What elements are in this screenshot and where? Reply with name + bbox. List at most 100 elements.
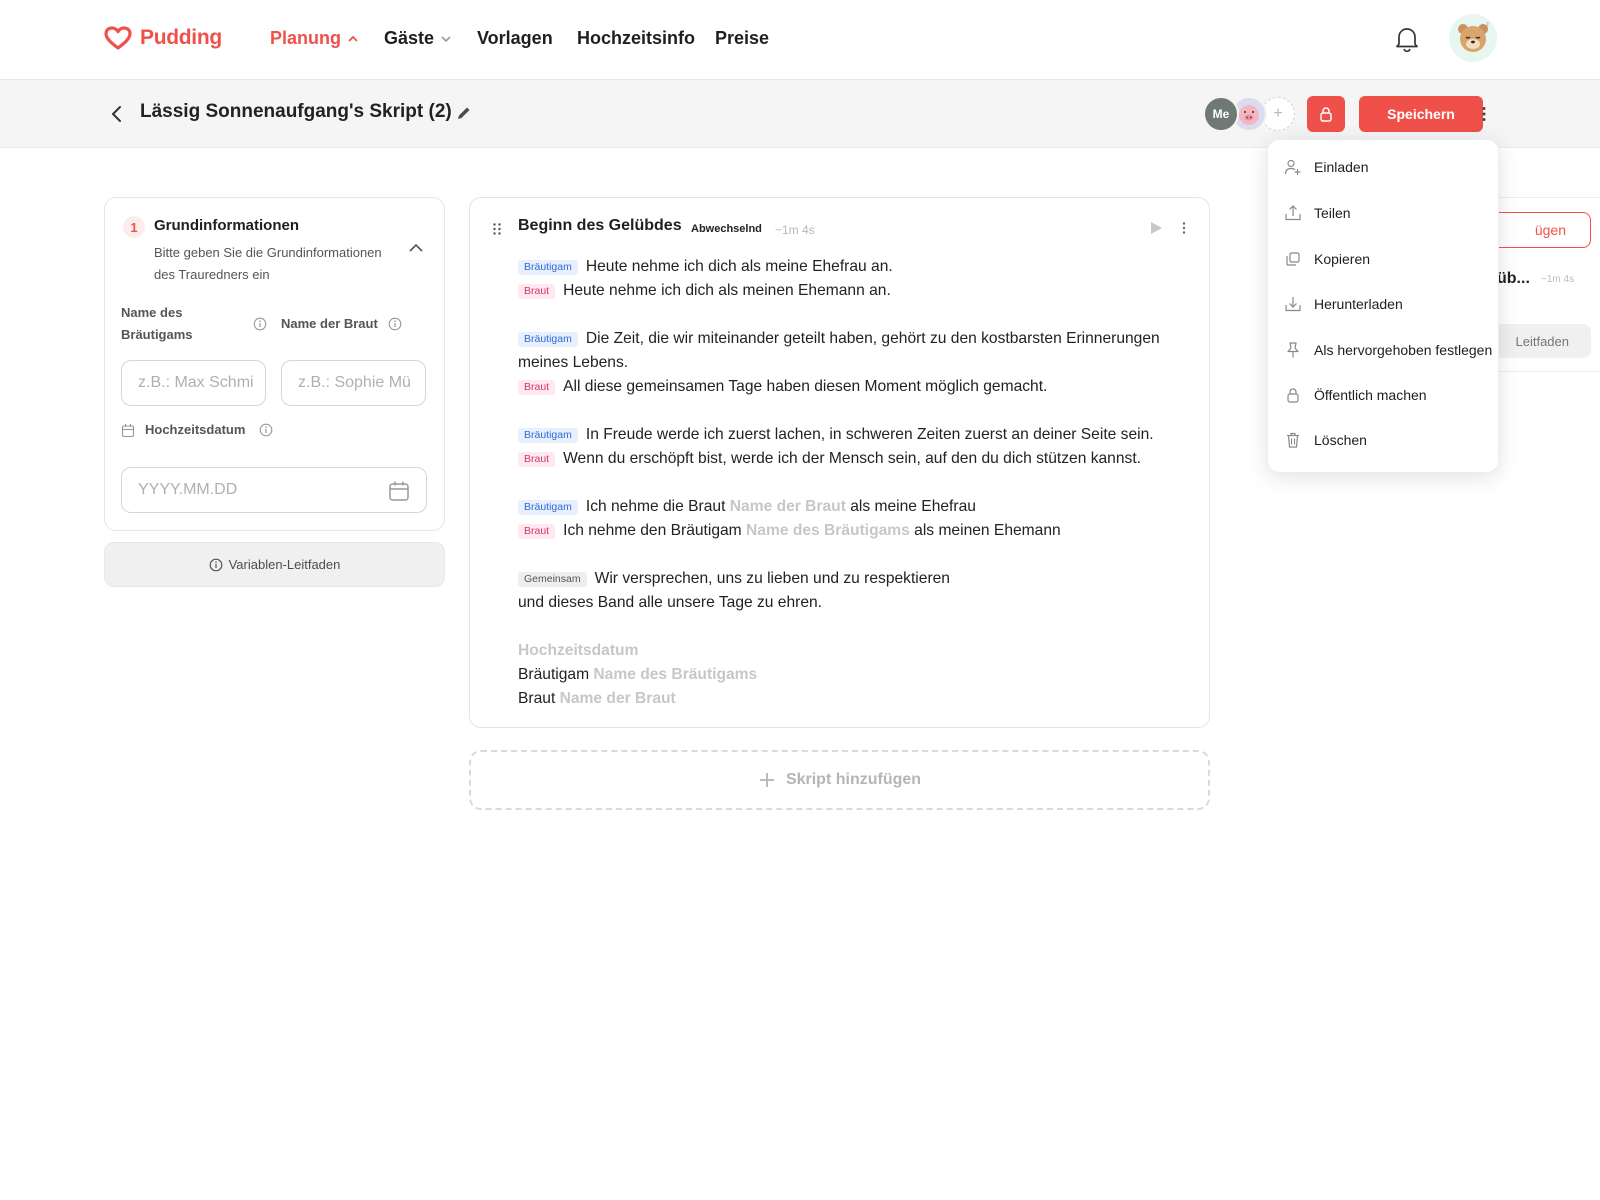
calendar-icon [121,424,135,438]
menu-label: Als hervorgehoben festlegen [1314,342,1493,358]
more-vertical-icon[interactable] [1178,220,1190,236]
logo[interactable]: Pudding [104,26,222,50]
wedding-date-label: Hochzeitsdatum [145,422,246,437]
lock-button[interactable] [1307,96,1345,132]
both-tag: Gemeinsam [518,571,587,587]
collapse-chevron-icon[interactable] [408,242,424,254]
variable-guide-label: Variablen-Leitfaden [228,557,341,572]
line-text: Die Zeit, die wir miteinander geteilt ha… [585,330,1160,347]
plus-icon [759,773,774,787]
script-card: Beginn des Gelübdes Abwechselnd ~1m 4s B… [469,197,1210,728]
script-line: Bräutigam Die Zeit, die wir miteinander g… [518,327,1188,351]
script-text[interactable]: Bräutigam Heute nehme ich dich als meine … [518,255,1188,711]
save-button[interactable]: Speichern [1359,96,1483,132]
menu-item-share[interactable]: Teilen [1284,201,1351,225]
menu-label: Löschen [1314,432,1367,448]
line-text: Heute nehme ich dich als meinen Ehemann … [563,282,891,299]
logo-text: Pudding [140,26,222,49]
play-icon[interactable] [1148,220,1164,236]
menu-item-copy[interactable]: Kopieren [1284,247,1370,271]
info-icon [209,558,222,571]
trash-icon [1287,432,1299,448]
heart-logo-icon [104,26,132,50]
variable-bride-name: Name der Braut [729,498,846,515]
script-line: Bräutigam In Freude werde ich zuerst lach… [518,423,1188,447]
menu-item-delete[interactable]: Löschen [1284,428,1367,452]
script-line: Bräutigam Heute nehme ich dich als meine … [518,255,1188,279]
collaborator-avatars[interactable]: Me + [1203,96,1295,132]
line-text: Heute nehme ich dich als meine Ehefrau a… [585,258,893,275]
drag-handle-icon[interactable] [492,222,502,236]
bride-tag: Braut [518,451,556,467]
panel-item-title[interactable]: üb... [1497,270,1530,288]
menu-item-invite[interactable]: Einladen [1284,155,1369,179]
add-script-button[interactable]: Skript hinzufügen [469,750,1210,810]
add-script-label: Skript hinzufügen [785,771,922,788]
line-text: Braut [518,690,556,707]
groom-name-input[interactable]: z.B.: Max Schmi [121,360,266,406]
script-line: Gemeinsam Wir versprechen, uns zu lieben … [518,567,1188,591]
nav-label: Preise [715,28,770,48]
user-avatar[interactable]: z [1449,14,1497,62]
download-icon [1285,297,1301,312]
script-mode-badge: Abwechselnd [691,223,762,235]
me-avatar: Me [1203,96,1239,132]
chevron-down-icon [441,35,451,42]
bride-tag: Braut [518,523,556,539]
section-title: Grundinformationen [154,217,299,234]
bride-tag: Braut [518,283,556,299]
nav-item-gaeste[interactable]: Gäste [384,28,452,49]
script-title: Beginn des Gelübdes [518,217,682,234]
line-text: als meine Ehefrau [850,498,976,515]
top-navigation: Pudding Planung Gäste Vorlagen Hochzeits… [0,0,1600,80]
groom-tag: Bräutigam [518,259,578,275]
nav-label: Planung [270,28,341,48]
menu-label: Teilen [1314,205,1351,221]
line-text: und dieses Band alle unsere Tage zu ehre… [518,594,823,611]
line-text: Ich nehme den Bräutigam [563,522,742,539]
variable-guide-button[interactable]: Variablen-Leitfaden [104,542,445,587]
wedding-date-input[interactable]: YYYY.MM.DD [121,467,427,513]
line-text: als meinen Ehemann [914,522,1061,539]
bell-icon[interactable] [1394,25,1420,53]
script-line: Braut Name der Braut [518,687,1188,711]
menu-item-download[interactable]: Herunterladen [1284,292,1403,316]
nav-item-planung[interactable]: Planung [270,28,359,49]
pin-icon [1287,342,1299,358]
nav-label: Hochzeitsinfo [577,28,696,48]
chevron-up-icon [348,35,358,42]
line-text: All diese gemeinsamen Tage haben diesen … [563,378,1048,395]
lock-icon [1287,388,1299,403]
back-arrow-icon[interactable] [108,104,126,124]
bride-name-input[interactable]: z.B.: Sophie Mü [281,360,426,406]
info-icon[interactable] [388,317,402,331]
script-line: Braut Ich nehme den Bräutigam Name des Br… [518,519,1188,543]
more-options-menu: Einladen Teilen Kopieren Herunterladen A… [1267,139,1499,473]
variable-groom-name: Name des Bräutigams [593,666,758,683]
groom-name-label: Name des Bräutigams [121,305,193,342]
line-text: Bräutigam [518,666,590,683]
section-subtitle: Bitte geben Sie die Grundinformationen d… [154,245,382,282]
nav-item-vorlagen[interactable]: Vorlagen [477,28,553,49]
script-line: Braut Heute nehme ich dich als meinen Ehe… [518,279,1188,303]
groom-tag: Bräutigam [518,427,578,443]
bear-avatar-icon: z [1458,22,1489,52]
nav-item-hochzeitsinfo[interactable]: Hochzeitsinfo [577,28,695,49]
script-line: Bräutigam Ich nehme die Braut Name der Br… [518,495,1188,519]
calendar-icon[interactable] [388,480,410,502]
script-line: Bräutigam Name des Bräutigams [518,663,1188,687]
line-text: Ich nehme die Braut [585,498,726,515]
panel-item-duration: ~1m 4s [1541,274,1575,285]
info-icon[interactable] [253,317,267,331]
menu-item-pin[interactable]: Als hervorgehoben festlegen [1284,338,1492,362]
menu-item-make-public[interactable]: Öffentlich machen [1284,383,1427,407]
nav-label: Vorlagen [477,28,553,48]
more-vertical-icon[interactable] [1474,104,1494,124]
line-text: In Freude werde ich zuerst lachen, in sc… [585,426,1154,443]
nav-item-preise[interactable]: Preise [715,28,769,49]
info-icon[interactable] [259,423,273,437]
page-title: Lässig Sonnenaufgang's Skript (2) [140,101,452,122]
line-text: Wir versprechen, uns zu lieben und zu re… [594,570,950,587]
groom-tag: Bräutigam [518,499,578,515]
pencil-icon[interactable] [456,105,472,121]
